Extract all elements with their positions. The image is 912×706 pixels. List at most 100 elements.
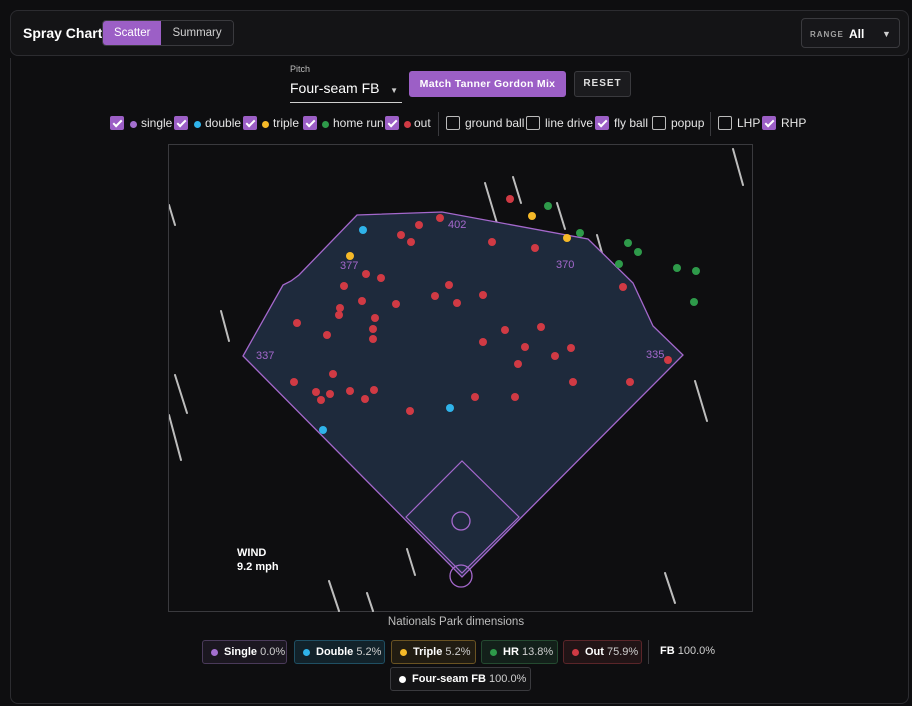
range-select[interactable]: RANGE All ▼ [801,18,900,48]
checkbox-home-run[interactable] [303,116,317,130]
tab-scatter[interactable]: Scatter [103,21,162,45]
hit-dot-triple [346,252,354,260]
chip-pct: 0.0% [260,646,286,658]
hit-dot-out [346,387,354,395]
hit-dot-out [293,319,301,327]
spray-field: 337 377 402 370 335 [168,144,753,612]
filter-label-single: single [141,116,173,130]
chip-pct: 13.8% [521,646,554,658]
match-mix-button[interactable]: Match Tanner Gordon Mix [409,71,566,97]
triple-dot-icon [400,649,407,656]
checkbox-rhp[interactable] [762,116,776,130]
wind-readout: WIND 9.2 mph [237,546,279,574]
chip-label: Triple [413,646,443,658]
hit-dot-out [551,352,559,360]
chip-label: Single [224,646,258,658]
hit-dot-out [312,388,320,396]
hit-dot-hr [576,229,584,237]
distance-right: 335 [646,349,664,361]
filter-label-ground-ball: ground ball [465,116,525,130]
summary-chip-double[interactable]: Double 5.2% [294,640,385,664]
hit-dot-out [479,338,487,346]
hit-dot-out [369,335,377,343]
checkbox-line-drive[interactable] [526,116,540,130]
hit-dot-double [359,226,367,234]
tab-summary[interactable]: Summary [161,21,233,45]
spray-chart-app: Spray Chart Scatter Summary RANGE All ▼ … [0,0,912,706]
summary-chip-pitch[interactable]: Four-seam FB 100.0% [390,667,531,691]
chip-pct: 75.9% [607,646,639,658]
hit-dot-out [511,393,519,401]
hit-dot-out [537,323,545,331]
checkbox-single[interactable] [110,116,124,130]
hit-dot-out [335,311,343,319]
checkbox-ground-ball[interactable] [446,116,460,130]
hit-dot-out [471,393,479,401]
reset-button[interactable]: RESET [574,71,631,97]
wind-label: WIND [237,547,267,559]
checkbox-double[interactable] [174,116,188,130]
hit-dot-out [377,274,385,282]
hit-dot-hr [692,267,700,275]
hit-dot-out [453,299,461,307]
distance-right-center: 370 [556,259,574,271]
filter-label-lhp: LHP [737,116,761,130]
hit-dot-out [406,407,414,415]
filter-label-out: out [414,116,431,130]
hit-dot-out [407,238,415,246]
hit-dot-hr [673,264,681,272]
hit-dot-out [569,378,577,386]
pitch-dot-icon [399,676,406,683]
summary-fb: FB 100.0% [660,645,715,657]
field-svg: 337 377 402 370 335 [168,148,744,612]
filter-label-rhp: RHP [781,116,807,130]
hit-dot-out [415,221,423,229]
checkbox-triple[interactable] [243,116,257,130]
page-title: Spray Chart [23,25,103,41]
hit-dot-triple [563,234,571,242]
hit-dot-out [371,314,379,322]
hit-dot-hr [615,260,623,268]
hit-dot-out [361,395,369,403]
hr-dot-icon [490,649,497,656]
caret-down-icon: ▼ [882,29,891,39]
checkbox-fly-ball[interactable] [595,116,609,130]
summary-chip-out[interactable]: Out 75.9% [563,640,642,664]
hit-dot-out [521,343,529,351]
filter-label-fly-ball: fly ball [614,116,649,130]
checkbox-lhp[interactable] [718,116,732,130]
fb-pct: 100.0% [677,645,716,657]
summary-chip-single[interactable]: Single 0.0% [202,640,287,664]
range-value: All [849,27,865,41]
caret-down-icon: ▼ [390,86,398,95]
out-dot-icon [572,649,579,656]
hit-dot-out [317,396,325,404]
pitch-label: Pitch [290,64,311,74]
hit-dot-out [290,378,298,386]
hit-dot-triple [528,212,536,220]
hit-dot-out [370,386,378,394]
distance-left-center: 377 [340,260,358,272]
field-caption: Nationals Park dimensions [387,616,525,628]
summary-chip-triple[interactable]: Triple 5.2% [391,640,476,664]
summary-chip-hr[interactable]: HR 13.8% [481,640,558,664]
hit-dot-hr [624,239,632,247]
chip-label: HR [503,646,519,658]
checkbox-out[interactable] [385,116,399,130]
out-dot-icon [404,121,411,128]
chip-pct: 100.0% [489,673,527,685]
hit-dot-out [445,281,453,289]
chip-pct: 5.2% [445,646,471,658]
pitch-select[interactable]: Four-seam FB ▼ [290,80,402,103]
hit-dot-out [619,283,627,291]
chip-label: Four-seam FB [412,673,486,685]
hit-dot-double [319,426,327,434]
hit-dot-out [479,291,487,299]
hit-dot-out [436,214,444,222]
hit-dot-out [392,300,400,308]
checkbox-popup[interactable] [652,116,666,130]
hit-dot-out [362,270,370,278]
hit-dot-out [567,344,575,352]
wind-value: 9.2 mph [237,561,279,573]
hit-dot-hr [634,248,642,256]
